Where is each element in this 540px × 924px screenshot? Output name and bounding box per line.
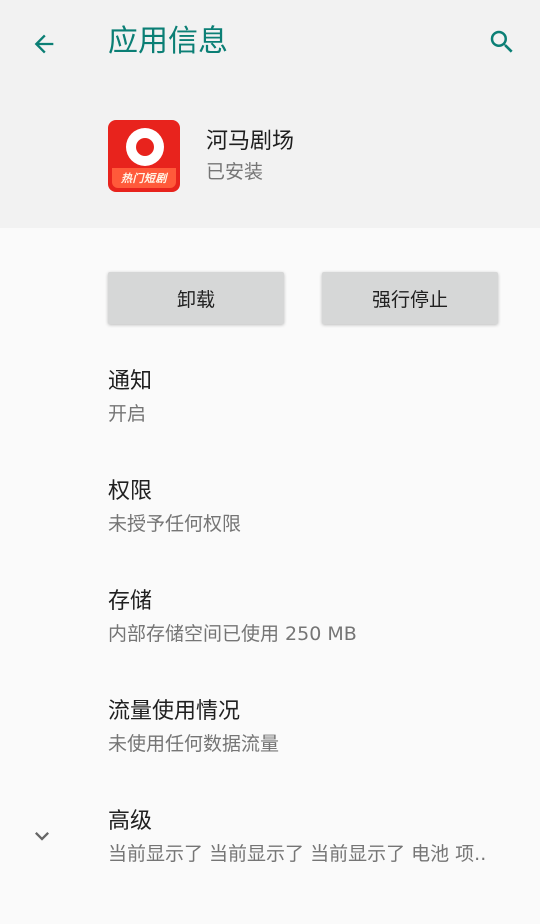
settings-list: 通知 开启 权限 未授予任何权限 存储 内部存储空间已使用 250 MB 流量使… (0, 362, 540, 912)
item-summary: 未授予任何权限 (108, 513, 242, 535)
item-summary: 内部存储空间已使用 250 MB (108, 623, 357, 645)
arrow-back-icon (34, 34, 54, 54)
app-name: 河马剧场 (206, 129, 295, 154)
app-icon: 热门短剧 (108, 120, 180, 192)
search-icon (490, 30, 513, 53)
item-label: 高级 (108, 809, 153, 834)
list-item-permissions[interactable]: 权限 未授予任何权限 (0, 472, 540, 582)
chevron-down-icon (28, 822, 56, 850)
app-text: 河马剧场 已安装 (206, 126, 294, 186)
app-icon-inner (136, 138, 154, 156)
list-item-storage[interactable]: 存储 内部存储空间已使用 250 MB (0, 582, 540, 692)
list-item-data-usage[interactable]: 流量使用情况 未使用任何数据流量 (0, 692, 540, 802)
back-button[interactable] (24, 24, 64, 64)
item-label: 通知 (108, 369, 153, 394)
uninstall-button[interactable]: 卸载 (108, 272, 284, 324)
list-item-advanced[interactable]: 高级 当前显示了 当前显示了 当前显示了 电池 项.. (0, 802, 540, 912)
search-button[interactable] (482, 22, 522, 62)
item-summary: 当前显示了 当前显示了 当前显示了 电池 项.. (108, 843, 487, 865)
app-icon-badge: 热门短剧 (112, 168, 176, 188)
app-bar: 应用信息 (0, 0, 540, 86)
item-summary: 开启 (108, 403, 147, 425)
action-buttons: 卸载 强行停止 (108, 272, 498, 324)
item-summary: 未使用任何数据流量 (108, 733, 280, 755)
item-label: 权限 (108, 479, 153, 504)
force-stop-button[interactable]: 强行停止 (322, 272, 498, 324)
list-item-notifications[interactable]: 通知 开启 (0, 362, 540, 472)
header-area: 应用信息 热门短剧 河马剧场 已安装 (0, 0, 540, 228)
item-label: 流量使用情况 (108, 699, 241, 724)
page-title: 应用信息 (108, 24, 228, 59)
app-status: 已安装 (206, 161, 264, 183)
app-info: 热门短剧 河马剧场 已安装 (108, 120, 294, 192)
item-label: 存储 (108, 589, 153, 614)
